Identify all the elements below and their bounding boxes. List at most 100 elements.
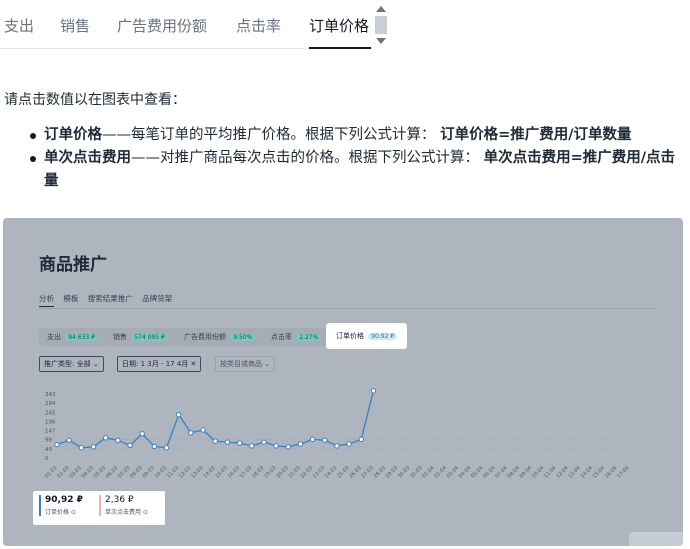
- subtab-brand-shelf[interactable]: 品牌货架: [142, 294, 172, 303]
- definition: ——对推广商品每次点击的价格。根据下列公式计算：: [131, 150, 479, 166]
- order-price-chart: 0 49 98 147 196 245 294 343 01.0302.0303.0304.03…: [44, 388, 630, 480]
- tab-ad-share[interactable]: 广告费用份额: [117, 15, 207, 36]
- x-tick-label: 28.03: [373, 465, 387, 479]
- x-tick-label: 23.03: [312, 465, 326, 479]
- data-point[interactable]: [115, 437, 121, 443]
- tab-order-price[interactable]: 订单价格: [309, 15, 369, 36]
- data-point[interactable]: [297, 441, 304, 447]
- data-point[interactable]: [78, 445, 85, 451]
- scroll-up-icon[interactable]: [376, 6, 386, 12]
- x-tick-label: 18.03: [251, 465, 265, 479]
- x-tick-label: 02.03: [56, 465, 70, 479]
- data-point[interactable]: [151, 443, 158, 450]
- x-tick-label: 16.04: [604, 465, 618, 479]
- subtabs-divider: [39, 308, 655, 309]
- x-tick-label: 06.03: [105, 465, 119, 479]
- tab-spend[interactable]: 支出: [4, 15, 34, 36]
- x-tick-label: 13.03: [190, 465, 204, 479]
- data-point[interactable]: [334, 443, 340, 449]
- summary-order-price: 90,92 ₽ 订单价格 ⊙: [39, 495, 83, 516]
- data-point[interactable]: [54, 441, 60, 448]
- tab-ctr[interactable]: 点击率: [236, 15, 281, 36]
- x-tick-label: 15.03: [214, 465, 228, 479]
- x-tick-label: 30.03: [397, 465, 411, 479]
- data-point[interactable]: [127, 442, 133, 449]
- panel-title: 商品推广: [39, 255, 107, 275]
- data-point[interactable]: [370, 388, 377, 394]
- x-tick-label: 20.03: [275, 465, 289, 479]
- scroll-thumb[interactable]: [375, 16, 387, 34]
- tabs-scroller[interactable]: [374, 4, 388, 46]
- x-tick-label: 25.03: [336, 465, 350, 479]
- y-tick-label: 245: [45, 410, 56, 416]
- summary-value: 90,92 ₽: [45, 495, 83, 505]
- data-point[interactable]: [102, 435, 109, 441]
- promo-type-filter[interactable]: 推广类型: 全部 ⌄: [39, 356, 104, 372]
- metric-order-price[interactable]: 订单价格 90.92 ₽: [326, 323, 408, 349]
- data-point[interactable]: [236, 440, 243, 446]
- x-tick-label: 11.03: [166, 465, 180, 479]
- data-point[interactable]: [322, 437, 328, 443]
- data-point[interactable]: [188, 430, 194, 436]
- metric-tabs: 支出 销售 广告费用份额 点击率 订单价格: [0, 0, 690, 50]
- x-tick-label: 03.03: [68, 465, 82, 479]
- data-point[interactable]: [200, 427, 206, 433]
- y-tick-label: 343: [45, 392, 56, 398]
- data-point[interactable]: [139, 431, 145, 437]
- data-point[interactable]: [176, 412, 182, 418]
- x-tick-label: 06.04: [482, 465, 496, 479]
- data-point[interactable]: [224, 439, 231, 445]
- term: 订单价格: [44, 127, 102, 143]
- active-tab-indicator: [309, 47, 371, 49]
- category-filter[interactable]: 按类目或商品 ⌄: [215, 356, 276, 372]
- data-point[interactable]: [309, 436, 316, 443]
- x-tick-label: 26.03: [348, 465, 362, 479]
- x-tick-label: 01.04: [421, 465, 435, 479]
- x-tick-label: 15.04: [592, 465, 606, 479]
- metric-sales[interactable]: 销售 574 095 ₽: [105, 328, 176, 346]
- subtab-templates[interactable]: 模板: [63, 294, 78, 303]
- x-tick-label: 17.04: [616, 465, 630, 479]
- x-tick-label: 09.04: [519, 465, 533, 479]
- data-point[interactable]: [212, 438, 218, 444]
- x-tick-label: 14.04: [580, 465, 594, 479]
- metric-ad-share[interactable]: 广告费用份额 9.50%: [176, 328, 264, 346]
- metric-spend[interactable]: 支出 94 633 ₽: [39, 328, 106, 346]
- tab-sales[interactable]: 销售: [60, 15, 90, 36]
- data-point[interactable]: [285, 444, 291, 450]
- subtab-analytics[interactable]: 分析: [39, 294, 54, 307]
- data-point[interactable]: [358, 436, 364, 443]
- metric-ctr[interactable]: 点击率 2.27%: [263, 328, 330, 346]
- list-item: 订单价格——每笔订单的平均推广价格。根据下列公式计算： 订单价格=推广费用/订单…: [28, 124, 688, 147]
- x-tick-label: 10.03: [154, 465, 168, 479]
- x-tick-label: 29.03: [385, 465, 399, 479]
- chevron-down-icon: ⌄: [264, 360, 271, 368]
- x-tick-label: 12.03: [178, 465, 192, 479]
- data-point[interactable]: [90, 444, 97, 450]
- x-tick-label: 14.03: [202, 465, 216, 479]
- date-filter[interactable]: 日期: 1 3月 - 17 4月 ✕: [117, 356, 202, 372]
- data-point[interactable]: [66, 437, 72, 443]
- scroll-down-icon[interactable]: [376, 38, 386, 44]
- x-tick-label: 05.03: [93, 465, 107, 479]
- data-point[interactable]: [346, 441, 352, 447]
- x-tick-label: 05.04: [470, 465, 484, 479]
- chevron-down-icon: ⌄: [92, 360, 99, 368]
- data-point[interactable]: [261, 439, 267, 445]
- x-tick-label: 21.03: [287, 465, 301, 479]
- x-tick-label: 04.03: [81, 465, 95, 479]
- y-tick-label: 147: [45, 429, 56, 435]
- subtab-search-promo[interactable]: 搜索结果推广: [88, 294, 133, 303]
- x-tick-label: 24.03: [324, 465, 338, 479]
- dashboard-screenshot: 商品推广 分析 模板 搜索结果推广 品牌货架 支出 94 633 ₽ 销售 57…: [3, 218, 683, 546]
- data-point[interactable]: [163, 445, 170, 451]
- close-icon[interactable]: ✕: [191, 360, 197, 368]
- data-point[interactable]: [249, 443, 255, 449]
- y-tick-label: 98: [45, 438, 52, 444]
- corner-widget[interactable]: [629, 532, 683, 546]
- data-point[interactable]: [273, 443, 279, 449]
- summary-label: 单次点击费用 ⊙: [105, 509, 148, 516]
- x-tick-label: 27.03: [360, 465, 374, 479]
- panel-subtabs: 分析 模板 搜索结果推广 品牌货架: [39, 293, 179, 307]
- summary-label: 订单价格 ⊙: [45, 509, 76, 516]
